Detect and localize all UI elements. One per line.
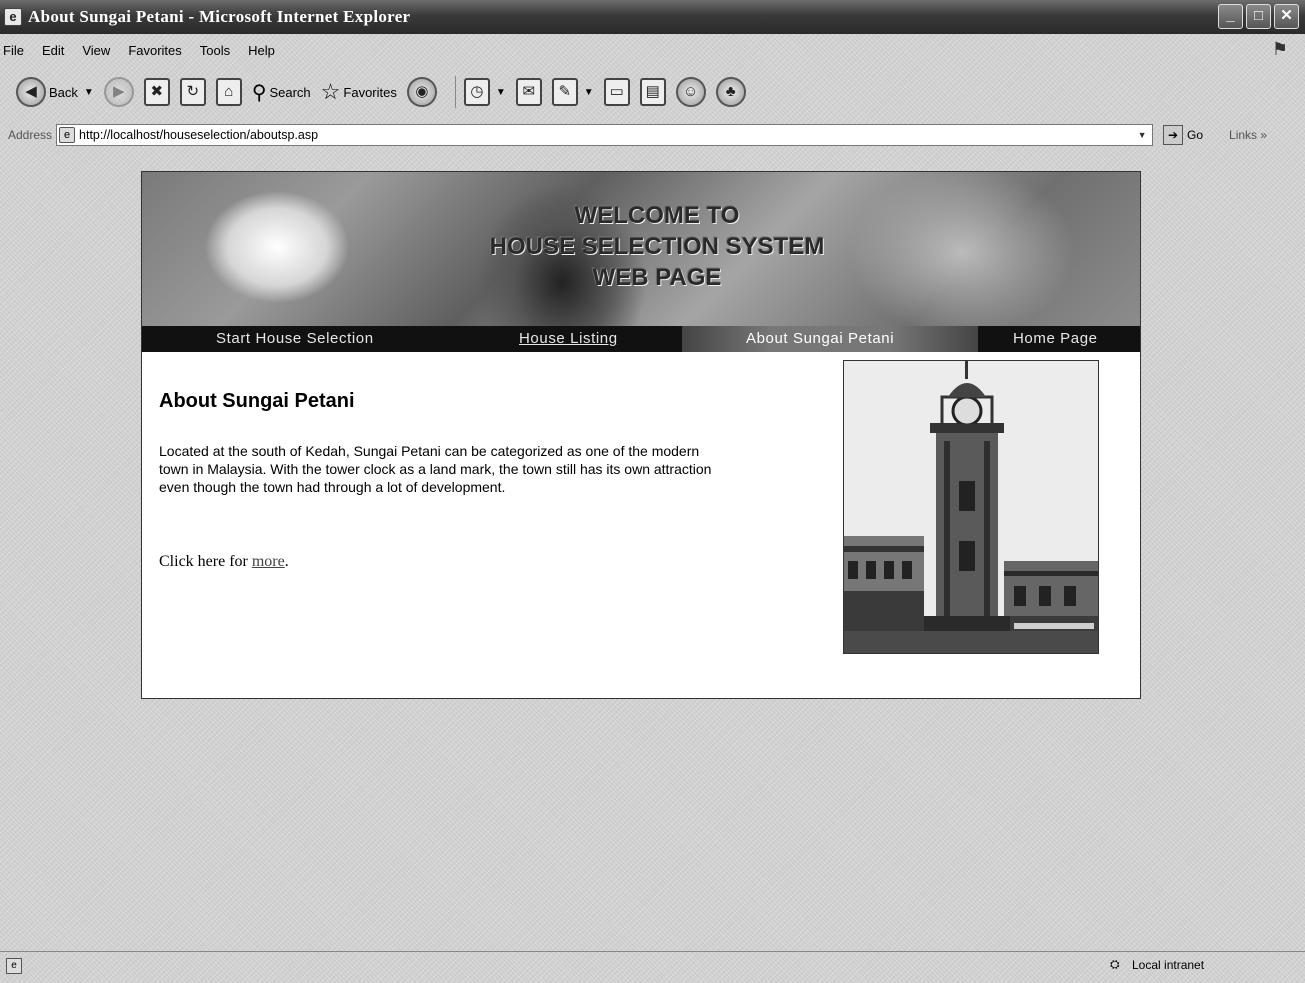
more-link[interactable]: more — [252, 553, 285, 570]
maximize-button[interactable]: □ — [1246, 4, 1271, 29]
title-bar: e About Sungai Petani - Microsoft Intern… — [0, 0, 1305, 34]
menu-bar: File Edit View Favorites Tools Help ⚑ — [0, 37, 1305, 63]
go-arrow-icon[interactable]: ➔ — [1163, 125, 1184, 145]
ie-page-icon: e — [4, 8, 22, 26]
favorites-label: Favorites — [343, 84, 397, 100]
window-title: About Sungai Petani - Microsoft Internet… — [28, 7, 411, 26]
web-page: WELCOME TO HOUSE SELECTION SYSTEM WEB PA… — [141, 171, 1141, 699]
status-bar: e ⛭ Local intranet — [0, 951, 1305, 979]
close-button[interactable]: ✕ — [1274, 4, 1299, 29]
address-dropdown-icon[interactable]: ▼ — [1134, 127, 1150, 143]
search-icon: ⚲ — [251, 81, 267, 104]
refresh-icon: ↻ — [179, 78, 206, 106]
site-nav: Start House Selection House Listing Abou… — [142, 326, 1140, 352]
ie-page-icon: e — [59, 127, 76, 143]
zone-label: Local intranet — [1132, 958, 1205, 972]
media-icon: ◉ — [406, 77, 437, 107]
toolbar-separator — [454, 76, 456, 108]
stop-button[interactable]: ✖ — [143, 78, 170, 106]
about-paragraph: Located at the south of Kedah, Sungai Pe… — [159, 443, 712, 495]
clock-tower-photo — [843, 360, 1099, 654]
security-zone: ⛭ Local intranet — [1110, 957, 1204, 973]
search-button[interactable]: ⚲ Search — [252, 80, 311, 105]
favorites-star-icon: ☆ — [320, 79, 341, 104]
edit-dropdown-icon[interactable]: ▼ — [584, 87, 594, 98]
banner-line: WELCOME TO — [574, 202, 740, 229]
links-label: Links — [1229, 128, 1258, 142]
home-button[interactable]: ⌂ — [215, 78, 242, 106]
banner-line: HOUSE SELECTION SYSTEM — [489, 233, 825, 260]
browser-window: e About Sungai Petani - Microsoft Intern… — [0, 0, 1305, 983]
mail-icon: ✉ — [515, 78, 542, 106]
more-info-line: Click here for more. — [159, 553, 289, 571]
header-banner: WELCOME TO HOUSE SELECTION SYSTEM WEB PA… — [142, 172, 1140, 326]
mail-button[interactable]: ✉ — [515, 78, 542, 106]
edit-button[interactable]: ✎ ▼ — [551, 78, 594, 106]
messenger-button[interactable]: ☺ — [675, 77, 706, 107]
address-url: http://localhost/houseselection/aboutsp.… — [79, 128, 319, 142]
favorites-button[interactable]: ☆ Favorites — [321, 79, 397, 105]
windows-logo-icon: ⚑ — [1271, 39, 1289, 59]
research-button[interactable]: ▤ — [639, 78, 666, 106]
intranet-icon: ⛭ — [1110, 957, 1120, 971]
history-dropdown-icon[interactable]: ▼ — [496, 87, 506, 98]
clock-tower-image — [844, 361, 1098, 653]
stop-icon: ✖ — [143, 78, 170, 106]
refresh-button[interactable]: ↻ — [179, 78, 206, 106]
banner-title: WELCOME TO HOUSE SELECTION SYSTEM WEB PA… — [392, 200, 922, 293]
click-suffix: . — [284, 553, 289, 570]
nav-home-page[interactable]: Home Page — [1013, 326, 1098, 352]
menu-favorites[interactable]: Favorites — [119, 43, 190, 58]
home-icon: ⌂ — [215, 78, 242, 106]
toolbar: ◀ Back ▼ ▶ ✖ ↻ ⌂ ⚲ Search ☆ Favorites ◉ … — [0, 70, 1305, 114]
menu-view[interactable]: View — [73, 43, 119, 58]
page-status-icon: e — [6, 957, 22, 974]
forward-arrow-icon: ▶ — [103, 77, 134, 107]
address-input[interactable]: e http://localhost/houseselection/abouts… — [56, 124, 1154, 146]
nav-house-listing[interactable]: House Listing — [519, 326, 618, 352]
menu-file[interactable]: File — [0, 43, 33, 58]
page-heading: About Sungai Petani — [159, 390, 355, 412]
minimize-button[interactable]: _ — [1218, 4, 1243, 29]
menu-help[interactable]: Help — [239, 43, 284, 58]
people-button[interactable]: ♣ — [715, 77, 746, 107]
research-icon: ▤ — [639, 78, 666, 106]
nav-start-house-selection[interactable]: Start House Selection — [216, 326, 374, 352]
discuss-icon: ▭ — [603, 78, 630, 106]
back-label: Back — [49, 84, 78, 100]
discuss-button[interactable]: ▭ — [603, 78, 630, 106]
back-arrow-icon: ◀ — [16, 77, 46, 107]
banner-line: WEB PAGE — [592, 264, 722, 291]
links-button[interactable]: Links » — [1229, 128, 1267, 142]
people-icon: ♣ — [715, 77, 746, 107]
media-button[interactable]: ◉ — [406, 77, 437, 107]
click-prefix: Click here for — [159, 553, 252, 570]
messenger-icon: ☺ — [675, 77, 706, 107]
go-button[interactable]: Go — [1187, 128, 1203, 142]
history-icon: ◷ — [463, 78, 490, 106]
back-button[interactable]: ◀ Back ▼ — [16, 77, 94, 107]
window-controls: _ □ ✕ — [1218, 4, 1299, 29]
nav-about-sungai-petani[interactable]: About Sungai Petani — [682, 326, 978, 352]
menu-tools[interactable]: Tools — [191, 43, 239, 58]
menu-edit[interactable]: Edit — [33, 43, 73, 58]
edit-icon: ✎ — [551, 78, 578, 106]
back-dropdown-icon[interactable]: ▼ — [84, 87, 94, 98]
address-label: Address — [8, 128, 53, 142]
forward-button[interactable]: ▶ — [103, 77, 134, 107]
address-bar: Address e http://localhost/houseselectio… — [0, 122, 1305, 148]
history-button[interactable]: ◷ ▼ — [463, 78, 506, 106]
search-label: Search — [269, 84, 311, 100]
